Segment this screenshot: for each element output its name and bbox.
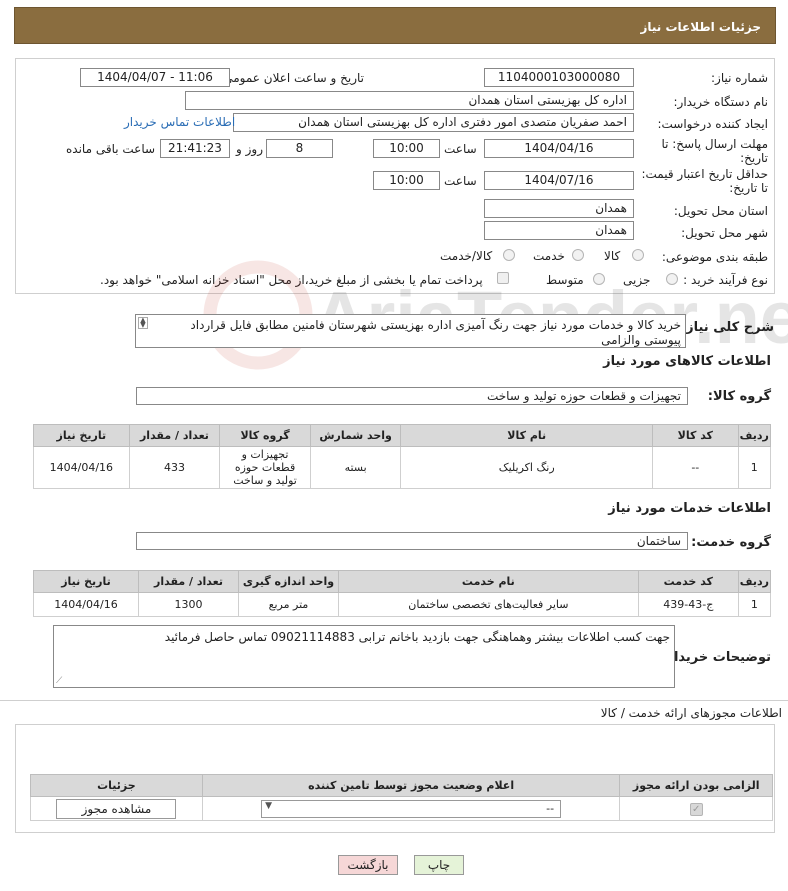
category-radio-both[interactable] [503,249,515,261]
goods-group-label: گروه کالا: [707,389,771,404]
goods-section-title: اطلاعات کالاهای مورد نیاز [603,354,771,369]
goods-cell-qty: 433 [128,446,221,489]
scroll-updown-icon[interactable]: ▲ ▼ [138,317,148,329]
days-remaining-field: 8 [266,139,333,158]
goods-group-field: تجهیزات و قطعات حوزه تولید و ساخت [136,387,688,405]
chevron-down-icon: ▼ [265,800,273,811]
goods-header-group: گروه کالا [219,424,311,447]
services-group-field: ساختمان [136,532,688,550]
goods-header-date: تاریخ نیاز [33,424,130,447]
treasury-checkbox[interactable] [497,272,509,284]
validity-time-label: ساعت [444,174,477,188]
table-row: 1 -- رنگ اکریلیک بسته تجهیزات و قطعات حو… [33,446,772,489]
goods-header-code: کد کالا [652,424,739,447]
back-button[interactable]: بازگشت [338,855,398,875]
need-number-label: شماره نیاز: [711,71,768,85]
goods-cell-name: رنگ اکریلیک [400,446,654,489]
creator-field: احمد صفریان متصدی امور دفتری اداره کل به… [233,113,634,132]
goods-header-row-no: ردیف [737,424,772,447]
permits-title: اطلاعات مجوزهای ارائه خدمت / کالا [600,706,782,720]
services-cell-qty: 1300 [138,592,239,617]
city-label: شهر محل تحویل: [681,226,768,240]
goods-header-name: نام کالا [400,424,654,447]
province-field: همدان [484,199,634,218]
goods-table: ردیف کد کالا نام کالا واحد شمارش گروه کا… [33,424,772,489]
process-radio-minor[interactable] [666,273,678,285]
category-option-goods: کالا [604,249,621,263]
services-cell-code: ج-43-439 [637,592,739,617]
deadline-label: مهلت ارسال پاسخ: تا تاریخ: [661,137,768,165]
process-option-minor: جزیی [623,273,651,287]
buyer-contact-link[interactable]: اطلاعات تماس خریدار [124,115,235,129]
category-option-both: کالا/خدمت [440,249,493,263]
table-row: 1 ج-43-439 سایر فعالیت‌های تخصصی ساختمان… [33,592,772,617]
buyer-notes-box[interactable]: جهت کسب اطلاعات بیشتر وهماهنگی جهت بازدی… [53,625,675,688]
description-label: شرح کلی نیاز: [680,320,774,335]
goods-header-unit: واحد شمارش [309,424,402,447]
page-title: جزئیات اطلاعات نیاز [640,20,761,34]
payment-note: پرداخت تمام یا بخشی از مبلغ خرید،از محل … [100,273,483,287]
category-radio-goods[interactable] [632,249,644,261]
goods-cell-group: تجهیزات و قطعات حوزه تولید و ساخت [219,446,311,489]
services-cell-date: 1404/04/16 [33,592,139,617]
deadline-time-label: ساعت [444,142,477,156]
print-button[interactable]: چاپ [414,855,464,875]
permits-header-status: اعلام وضعیت مجوز توسط تامین کننده [201,774,621,797]
category-radio-service[interactable] [572,249,584,261]
services-cell-name: سایر فعالیت‌های تخصصی ساختمان [337,592,639,617]
goods-cell-date: 1404/04/16 [33,446,130,489]
process-radio-medium[interactable] [593,273,605,285]
buyer-org-field: اداره کل بهزیستی استان همدان [185,91,634,110]
permits-divider [0,700,788,701]
validity-time-field: 10:00 [373,171,440,190]
need-number-field: 1104000103000080 [484,68,634,87]
services-group-label: گروه خدمت: [691,535,771,550]
permits-table: الزامی بودن ارائه مجوز اعلام وضعیت مجوز … [30,774,773,821]
page-header: جزئیات اطلاعات نیاز [14,7,776,44]
permits-header-details: جزئیات [30,774,203,797]
services-section-title: اطلاعات خدمات مورد نیاز [608,501,771,516]
category-option-service: خدمت [533,249,565,263]
process-label: نوع فرآیند خرید : [683,273,768,287]
services-cell-unit: متر مربع [237,592,339,617]
validity-label: حداقل تاریخ اعتبار قیمت: تا تاریخ: [641,167,768,195]
permit-required-checkbox[interactable]: ✓ [689,802,703,816]
deadline-time-field: 10:00 [373,139,440,158]
services-header-unit: واحد اندازه گیری [237,570,339,593]
services-cell-row-no: 1 [737,592,772,617]
services-header-date: تاریخ نیاز [33,570,139,593]
goods-cell-unit: بسته [309,446,402,489]
goods-cell-code: -- [652,446,739,489]
process-option-medium: متوسط [546,273,584,287]
deadline-date-field: 1404/04/16 [484,139,634,158]
remaining-time-field: 21:41:23 [160,139,230,158]
category-label: طبقه بندی موضوعی: [661,250,768,264]
services-header-qty: تعداد / مقدار [138,570,239,593]
buyer-notes-text: جهت کسب اطلاعات بیشتر وهماهنگی جهت بازدی… [164,630,670,644]
services-header-name: نام خدمت [337,570,639,593]
province-label: استان محل تحویل: [673,204,768,218]
creator-label: ایجاد کننده درخواست: [657,117,768,131]
services-header-code: کد خدمت [637,570,739,593]
services-header-row-no: ردیف [737,570,772,593]
buyer-org-label: نام دستگاه خریدار: [673,95,769,109]
validity-date-field: 1404/07/16 [484,171,634,190]
permits-header-required: الزامی بودن ارائه مجوز [619,774,773,797]
resize-grip-icon[interactable]: ⟋ [56,676,62,686]
services-table: ردیف کد خدمت نام خدمت واحد اندازه گیری ت… [33,570,772,617]
days-label: روز و [236,142,263,156]
announce-label: تاریخ و ساعت اعلان عمومی: [219,71,364,85]
table-row: ✓ -- ▼ مشاهده مجوز [30,796,773,821]
permit-status-select[interactable]: -- ▼ [261,799,562,818]
remaining-label: ساعت باقی مانده [66,142,156,156]
goods-cell-row-no: 1 [737,446,772,489]
description-text: خرید کالا و خدمات مورد نیاز جهت رنگ آمیز… [190,318,681,347]
buyer-notes-label: توضیحات خریدار: [661,650,771,665]
goods-header-qty: تعداد / مقدار [128,424,221,447]
description-box[interactable]: خرید کالا و خدمات مورد نیاز جهت رنگ آمیز… [135,314,686,348]
announce-field: 1404/04/07 - 11:06 [80,68,230,87]
permit-status-value: -- [546,801,555,815]
view-permit-button[interactable]: مشاهده مجوز [56,798,177,819]
city-field: همدان [484,221,634,240]
